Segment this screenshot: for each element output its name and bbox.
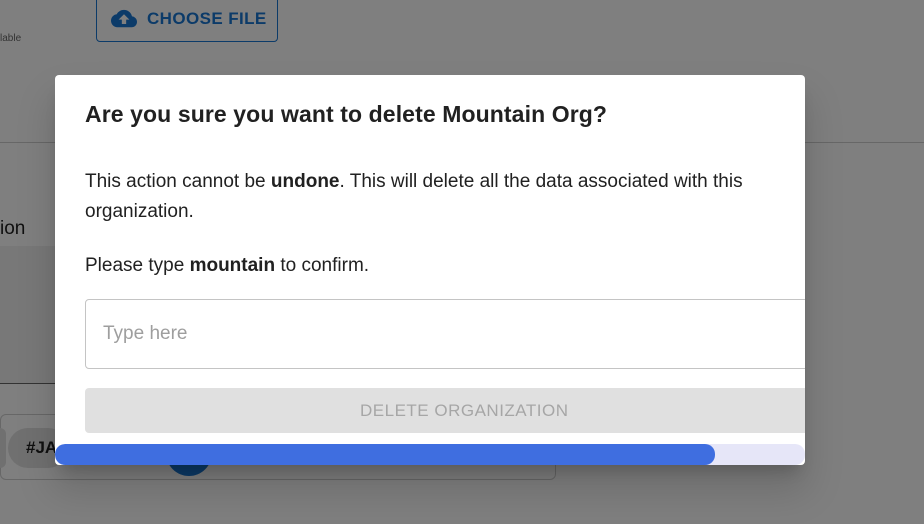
progress-bar (55, 444, 805, 465)
confirm-pre: Please type (85, 255, 190, 276)
confirm-instruction: Please type mountain to confirm. (85, 251, 369, 281)
confirm-input[interactable] (85, 299, 805, 369)
message-bold: undone (270, 171, 340, 192)
progress-bar-fill (55, 444, 715, 465)
confirm-post: to confirm. (275, 255, 370, 276)
delete-org-dialog: Are you sure you want to delete Mountain… (55, 75, 805, 465)
message-pre: This action cannot be (85, 171, 271, 192)
dialog-title: Are you sure you want to delete Mountain… (85, 101, 608, 127)
dialog-message: This action cannot be undone. This will … (85, 167, 801, 227)
confirm-keyword: mountain (189, 255, 276, 276)
delete-organization-button[interactable]: DELETE ORGANIZATION (85, 388, 805, 433)
